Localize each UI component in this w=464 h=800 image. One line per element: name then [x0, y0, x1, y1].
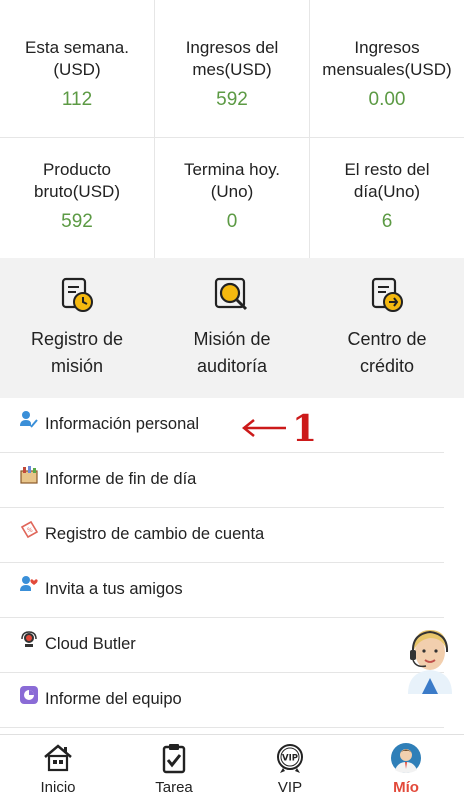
stat-value: 0: [226, 211, 238, 232]
mission-log-button[interactable]: Registro de misión: [0, 258, 154, 398]
bottom-tab-bar: Inicio Tarea VIP VIP Mío: [0, 734, 464, 800]
grid-divider: [0, 137, 464, 138]
menu-item-label: Informe del equipo: [45, 690, 182, 708]
stat-gross-product: Producto bruto(USD) 592: [0, 159, 154, 234]
action-row: Registro de misión Misión de auditoría C…: [0, 258, 464, 398]
document-clock-icon: [61, 277, 93, 312]
magnifier-document-icon: [214, 277, 248, 311]
stat-value: 6: [381, 211, 393, 232]
user-heart-icon: [20, 576, 38, 591]
stat-value: 592: [61, 211, 93, 232]
tab-vip[interactable]: VIP VIP: [232, 735, 348, 800]
customer-service-avatar[interactable]: [400, 622, 460, 694]
stat-label: Producto bruto(USD): [34, 160, 120, 201]
user-edit-icon: [20, 411, 38, 428]
menu-item-label: Información personal: [45, 415, 200, 433]
stat-label: Ingresos mensuales(USD): [322, 38, 452, 79]
headset-icon: [21, 631, 37, 647]
menu-item-daily-report[interactable]: Informe de fin de día: [0, 453, 444, 508]
menu-item-team-report[interactable]: Informe del equipo: [0, 673, 444, 728]
home-icon: [44, 744, 72, 772]
menu-item-label: Informe de fin de día: [45, 470, 197, 488]
stat-value: 112: [61, 89, 93, 110]
stat-value: 0.00: [368, 89, 406, 110]
svg-text:%: %: [27, 527, 33, 534]
stat-label: El resto del día(Uno): [344, 160, 430, 201]
action-label: Misión de auditoría: [193, 329, 271, 376]
tab-label: Mío: [393, 779, 419, 796]
menu-item-account-change[interactable]: % Registro de cambio de cuenta: [0, 508, 444, 563]
tab-label: VIP: [277, 779, 303, 796]
clipboard-check-icon: [162, 744, 186, 774]
audit-mission-button[interactable]: Misión de auditoría: [155, 258, 309, 398]
team-report-icon: [20, 686, 38, 704]
stat-monthly-income: Ingresos mensuales(USD) 0.00: [310, 37, 464, 112]
credit-center-button[interactable]: Centro de crédito: [310, 258, 464, 398]
stat-label: Esta semana.(USD): [25, 38, 129, 79]
action-label: Registro de misión: [30, 329, 124, 376]
coupon-icon: %: [20, 520, 39, 539]
menu-item-invite-friends[interactable]: Invita a tus amigos: [0, 563, 444, 618]
stat-label: Ingresos del mes(USD): [185, 38, 279, 79]
menu-item-cloud-butler[interactable]: Cloud Butler: [0, 618, 444, 673]
svg-text:VIP: VIP: [282, 754, 298, 764]
tab-task[interactable]: Tarea: [116, 735, 232, 800]
menu-item-label: Invita a tus amigos: [45, 580, 183, 598]
stat-finished-today: Termina hoy.(Uno) 0: [155, 159, 309, 234]
menu-item-label: Registro de cambio de cuenta: [45, 525, 265, 543]
tab-mine[interactable]: Mío: [348, 735, 464, 800]
tab-label: Inicio: [40, 779, 76, 796]
action-label: Centro de crédito: [347, 329, 427, 376]
calendar-report-icon: [20, 466, 38, 484]
stat-rest-of-day: El resto del día(Uno) 6: [310, 159, 464, 234]
stat-label: Termina hoy.(Uno): [183, 160, 281, 201]
stat-week-income: Esta semana.(USD) 112: [0, 37, 154, 112]
menu-item-personal-info[interactable]: Información personal: [0, 398, 444, 453]
arrow-left-icon: [241, 419, 286, 437]
document-arrow-icon: [371, 277, 403, 312]
profile-avatar-icon: [391, 743, 421, 773]
annotation-number: 1: [292, 408, 318, 450]
stats-grid: Esta semana.(USD) 112 Ingresos del mes(U…: [0, 0, 464, 258]
tab-home[interactable]: Inicio: [0, 735, 116, 800]
tab-label: Tarea: [155, 779, 193, 796]
stat-value: 592: [216, 89, 248, 110]
vip-badge-icon: VIP: [277, 744, 303, 773]
menu-item-label: Cloud Butler: [45, 635, 136, 653]
stat-month-income: Ingresos del mes(USD) 592: [155, 37, 309, 112]
